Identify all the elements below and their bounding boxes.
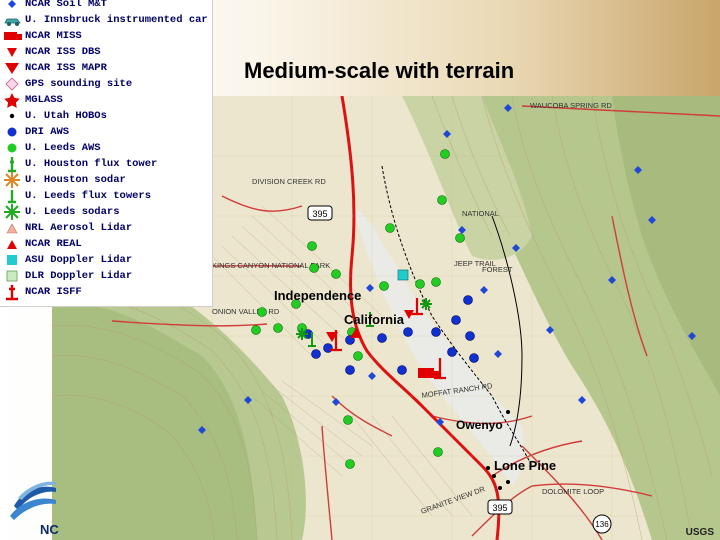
svg-text:395: 395 xyxy=(492,503,507,513)
town-independence: Independence xyxy=(274,288,362,303)
legend-item-mglass: MGLASS xyxy=(0,92,212,108)
legend-item-houston-sodar: U. Houston sodar xyxy=(0,172,212,188)
pink-diamond-icon xyxy=(5,77,19,91)
legend-item-houston-flux: U. Houston flux tower xyxy=(0,156,212,173)
legend-panel: NCAR Soil M&T U. Innsbruck instrumented … xyxy=(0,0,213,307)
usgs-credit: USGS xyxy=(685,527,714,538)
lightgreen-square-icon xyxy=(6,270,18,282)
road-shield-395-south: 395 xyxy=(487,499,513,515)
map-label-national: NATIONAL xyxy=(462,209,499,218)
svg-text:136: 136 xyxy=(595,520,609,529)
map-label-dolomite: DOLOMITE LOOP xyxy=(542,487,604,496)
star-icon xyxy=(4,93,20,108)
slide-title: Medium-scale with terrain xyxy=(244,58,515,83)
legend-item-isff: NCAR ISFF xyxy=(0,284,212,301)
legend-item-iss-dbs: NCAR ISS DBS xyxy=(0,44,212,60)
green-circle-icon xyxy=(7,143,17,153)
legend-item-nrl-lidar: NRL Aerosol Lidar xyxy=(0,220,212,236)
black-dot-icon xyxy=(9,113,15,119)
map-label-forest: FOREST xyxy=(482,265,513,274)
triangle-down-icon xyxy=(7,48,17,57)
car-icon xyxy=(4,18,21,26)
legend-item-miss: NCAR MISS xyxy=(0,28,212,44)
legend-item-ncar-real: NCAR REAL xyxy=(0,236,212,252)
legend-item-leeds-sodars: U. Leeds sodars xyxy=(0,204,212,220)
map-label-waucoba: WAUCOBA SPRING RD xyxy=(530,101,612,110)
legend-item-asu-lidar: ASU Doppler Lidar xyxy=(0,252,212,268)
town-california: California xyxy=(344,312,404,327)
legend-item-gps: GPS sounding site xyxy=(0,76,212,92)
blue-diamond-icon xyxy=(8,0,16,8)
asu-lidar xyxy=(397,269,409,281)
legend-item-leeds-flux: U. Leeds flux towers xyxy=(0,188,212,204)
legend-item-leeds-aws: U. Leeds AWS xyxy=(0,140,212,156)
town-lone-pine: Lone Pine xyxy=(494,458,557,473)
legend-item-soil: NCAR Soil M&T xyxy=(0,0,212,12)
legend-item-hobos: U. Utah HOBOs xyxy=(0,108,212,124)
town-owenyo: Owenyo xyxy=(456,418,503,432)
truck-icon xyxy=(4,32,22,40)
legend-item-car: U. Innsbruck instrumented car xyxy=(0,12,212,28)
salmon-triangle-icon xyxy=(6,223,18,234)
flux-tower-icon xyxy=(8,190,16,204)
map-label-onion-valley: ONION VALLEY RD xyxy=(212,307,280,316)
triangle-up-icon xyxy=(7,240,17,249)
legend-item-dlr-lidar: DLR Doppler Lidar xyxy=(0,268,212,284)
map-label-division-creek: DIVISION CREEK RD xyxy=(252,177,326,186)
logo-text: NC xyxy=(40,522,59,537)
isff-tower-icon xyxy=(6,285,18,301)
road-shield-136: 136 xyxy=(592,514,612,534)
road-shield-395-north: 395 xyxy=(307,205,333,221)
blue-circle-icon xyxy=(7,127,17,137)
legend-item-iss-mapr: NCAR ISS MAPR xyxy=(0,60,212,76)
legend-item-dri: DRI AWS xyxy=(0,124,212,140)
triangle-down-large-icon xyxy=(5,63,19,74)
cyan-square-icon xyxy=(7,255,17,265)
svg-text:395: 395 xyxy=(312,209,327,219)
